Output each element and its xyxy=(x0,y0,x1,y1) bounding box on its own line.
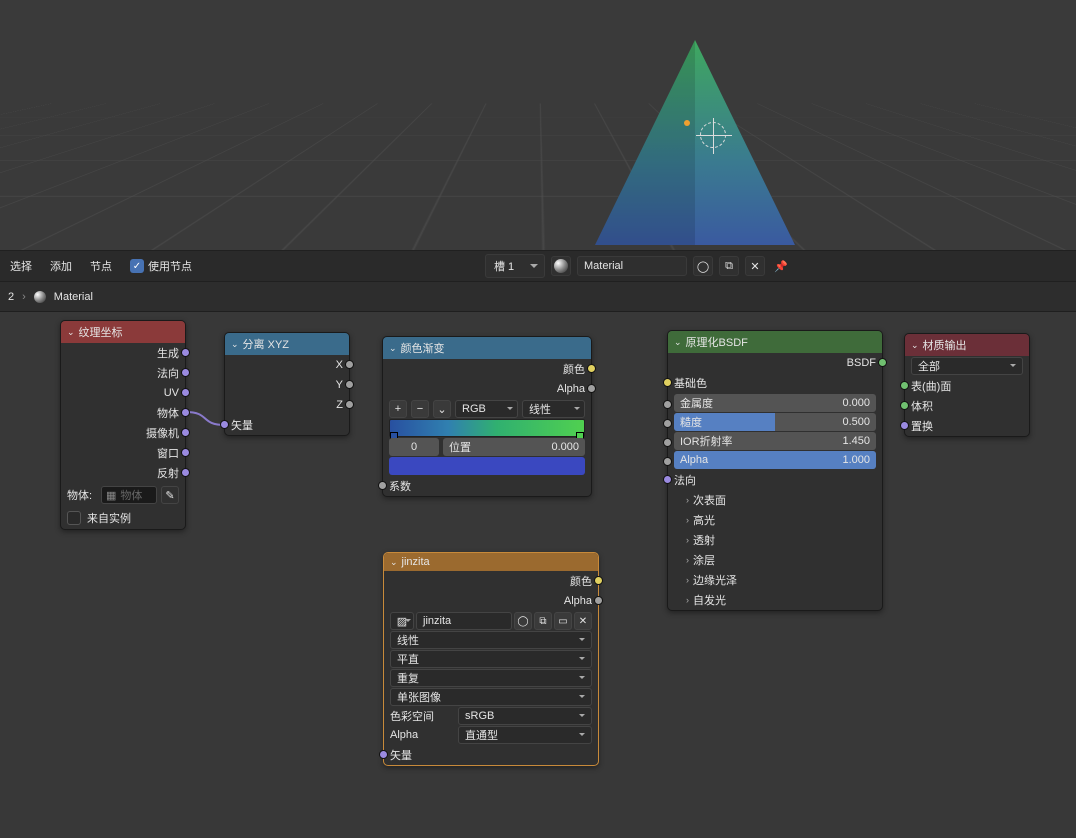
socket-output[interactable]: 窗口 xyxy=(61,443,185,463)
ramp-menu-button[interactable]: ⌄ xyxy=(433,400,451,418)
light-indicator xyxy=(684,120,690,126)
socket-output[interactable]: 物体 xyxy=(61,403,185,423)
socket-output-color[interactable]: 颜色 xyxy=(384,571,598,591)
panel-transmission[interactable]: ›透射 xyxy=(668,530,882,550)
panel-emission[interactable]: ›自发光 xyxy=(668,590,882,610)
node-header[interactable]: ⌄分离 XYZ xyxy=(225,333,349,355)
ramp-controls: + − ⌄ RGB 线性 xyxy=(389,400,585,418)
socket-input[interactable]: 矢量 xyxy=(225,415,349,435)
socket-output[interactable]: Z xyxy=(225,395,349,415)
source-dropdown[interactable]: 单张图像 xyxy=(390,688,592,706)
target-dropdown[interactable]: 全部 xyxy=(911,357,1023,375)
socket-volume[interactable]: 体积 xyxy=(905,396,1029,416)
ramp-interp-dropdown[interactable]: 线性 xyxy=(522,400,585,418)
node-principled-bsdf[interactable]: ⌄原理化BSDF BSDF 基础色 金属度0.000 糙度0.500 IOR折射… xyxy=(667,330,883,611)
socket-output-alpha[interactable]: Alpha xyxy=(383,379,591,399)
interp-dropdown[interactable]: 线性 xyxy=(390,631,592,649)
socket-output[interactable]: X xyxy=(225,355,349,375)
node-texture-coordinate[interactable]: ⌄纹理坐标 生成 法向 UV 物体 摄像机 窗口 反射 物体: ▦物体 ✎ 来自… xyxy=(60,320,186,530)
use-nodes-label: 使用节点 xyxy=(148,258,192,274)
ramp-color-swatch[interactable] xyxy=(389,457,585,475)
metallic-slider[interactable]: 金属度0.000 xyxy=(674,394,876,412)
ramp-position-field[interactable]: 位置0.000 xyxy=(443,438,585,456)
socket-surface[interactable]: 表(曲)面 xyxy=(905,376,1029,396)
panel-specular[interactable]: ›高光 xyxy=(668,510,882,530)
socket-normal[interactable]: 法向 xyxy=(668,470,882,490)
material-name-field[interactable]: Material xyxy=(577,256,687,276)
object-picker[interactable]: 物体: ▦物体 ✎ xyxy=(61,483,185,507)
material-icon xyxy=(34,291,46,303)
ramp-mode-dropdown[interactable]: RGB xyxy=(455,400,518,418)
checkbox-checked-icon xyxy=(130,259,144,273)
socket-output-bsdf[interactable]: BSDF xyxy=(668,353,882,373)
ramp-index-field[interactable]: 0 xyxy=(389,438,439,456)
alpha-mode-dropdown[interactable]: 直通型 xyxy=(458,726,592,744)
breadcrumb-item[interactable]: 2 xyxy=(8,291,14,303)
panel-coat[interactable]: ›涂层 xyxy=(668,550,882,570)
open-file-icon[interactable]: ▭ xyxy=(554,612,572,630)
pin-icon[interactable]: 📌 xyxy=(771,256,791,276)
object-field[interactable]: ▦物体 xyxy=(101,486,157,504)
shield-icon[interactable]: ◯ xyxy=(693,256,713,276)
viewport-3d[interactable] xyxy=(0,0,1076,250)
ramp-remove-button[interactable]: − xyxy=(411,400,429,418)
socket-output[interactable]: 反射 xyxy=(61,463,185,483)
node-header[interactable]: ⌄材质输出 xyxy=(905,334,1029,356)
socket-input-factor[interactable]: 系数 xyxy=(383,476,591,496)
projection-dropdown[interactable]: 平直 xyxy=(390,650,592,668)
menu-node[interactable]: 节点 xyxy=(84,254,118,278)
node-header[interactable]: ⌄颜色渐变 xyxy=(383,337,591,359)
image-browse-icon[interactable]: ▨ xyxy=(390,612,414,630)
node-color-ramp[interactable]: ⌄颜色渐变 颜色 Alpha + − ⌄ RGB 线性 0 位置0.000 系数 xyxy=(382,336,592,497)
slot-dropdown[interactable]: 槽 1 xyxy=(485,254,545,278)
color-ramp-gradient[interactable] xyxy=(389,419,585,437)
roughness-slider[interactable]: 糙度0.500 xyxy=(674,413,876,431)
duplicate-icon[interactable]: ⧉ xyxy=(534,612,552,630)
from-instancer-toggle[interactable]: 来自实例 xyxy=(61,507,185,529)
socket-output[interactable]: 生成 xyxy=(61,343,185,363)
chevron-right-icon: › xyxy=(22,291,26,303)
node-image-texture[interactable]: ⌄jinzita 颜色 Alpha ▨ jinzita ◯ ⧉ ▭ ✕ 线性 平… xyxy=(383,552,599,766)
cursor-3d xyxy=(700,122,726,148)
ior-slider[interactable]: IOR折射率1.450 xyxy=(674,432,876,450)
socket-displacement[interactable]: 置换 xyxy=(905,416,1029,436)
duplicate-icon[interactable]: ⧉ xyxy=(719,256,739,276)
image-name-field[interactable]: jinzita xyxy=(416,612,512,630)
breadcrumb: 2 › Material xyxy=(0,282,1076,312)
socket-base-color[interactable]: 基础色 xyxy=(668,373,882,393)
menu-add[interactable]: 添加 xyxy=(44,254,78,278)
panel-subsurface[interactable]: ›次表面 xyxy=(668,490,882,510)
node-header[interactable]: ⌄原理化BSDF xyxy=(668,331,882,353)
pyramid-mesh xyxy=(585,35,805,250)
node-header[interactable]: ⌄jinzita xyxy=(384,553,598,571)
use-nodes-toggle[interactable]: 使用节点 xyxy=(124,254,198,278)
alpha-slider[interactable]: Alpha1.000 xyxy=(674,451,876,469)
node-separate-xyz[interactable]: ⌄分离 XYZ X Y Z 矢量 xyxy=(224,332,350,436)
eyedropper-icon[interactable]: ✎ xyxy=(161,486,179,504)
node-header[interactable]: ⌄纹理坐标 xyxy=(61,321,185,343)
socket-output[interactable]: 法向 xyxy=(61,363,185,383)
panel-sheen[interactable]: ›边缘光泽 xyxy=(668,570,882,590)
ramp-add-button[interactable]: + xyxy=(389,400,407,418)
menu-select[interactable]: 选择 xyxy=(4,254,38,278)
unlink-icon[interactable]: ✕ xyxy=(745,256,765,276)
socket-output-alpha[interactable]: Alpha xyxy=(384,591,598,611)
node-material-output[interactable]: ⌄材质输出 全部 表(曲)面 体积 置换 xyxy=(904,333,1030,437)
unlink-icon[interactable]: ✕ xyxy=(574,612,592,630)
fake-user-icon[interactable]: ◯ xyxy=(514,612,532,630)
node-editor[interactable]: ⌄纹理坐标 生成 法向 UV 物体 摄像机 窗口 反射 物体: ▦物体 ✎ 来自… xyxy=(0,312,1076,838)
socket-output[interactable]: Y xyxy=(225,375,349,395)
socket-output[interactable]: 摄像机 xyxy=(61,423,185,443)
colorspace-dropdown[interactable]: sRGB xyxy=(458,707,592,725)
floor-grid xyxy=(0,103,1076,250)
extension-dropdown[interactable]: 重复 xyxy=(390,669,592,687)
node-editor-header: 选择 添加 节点 使用节点 槽 1 Material ◯ ⧉ ✕ 📌 xyxy=(0,250,1076,282)
material-preview-icon[interactable] xyxy=(551,256,571,276)
socket-input-vector[interactable]: 矢量 xyxy=(384,745,598,765)
breadcrumb-item[interactable]: Material xyxy=(54,291,93,303)
socket-output[interactable]: UV xyxy=(61,383,185,403)
socket-output-color[interactable]: 颜色 xyxy=(383,359,591,379)
